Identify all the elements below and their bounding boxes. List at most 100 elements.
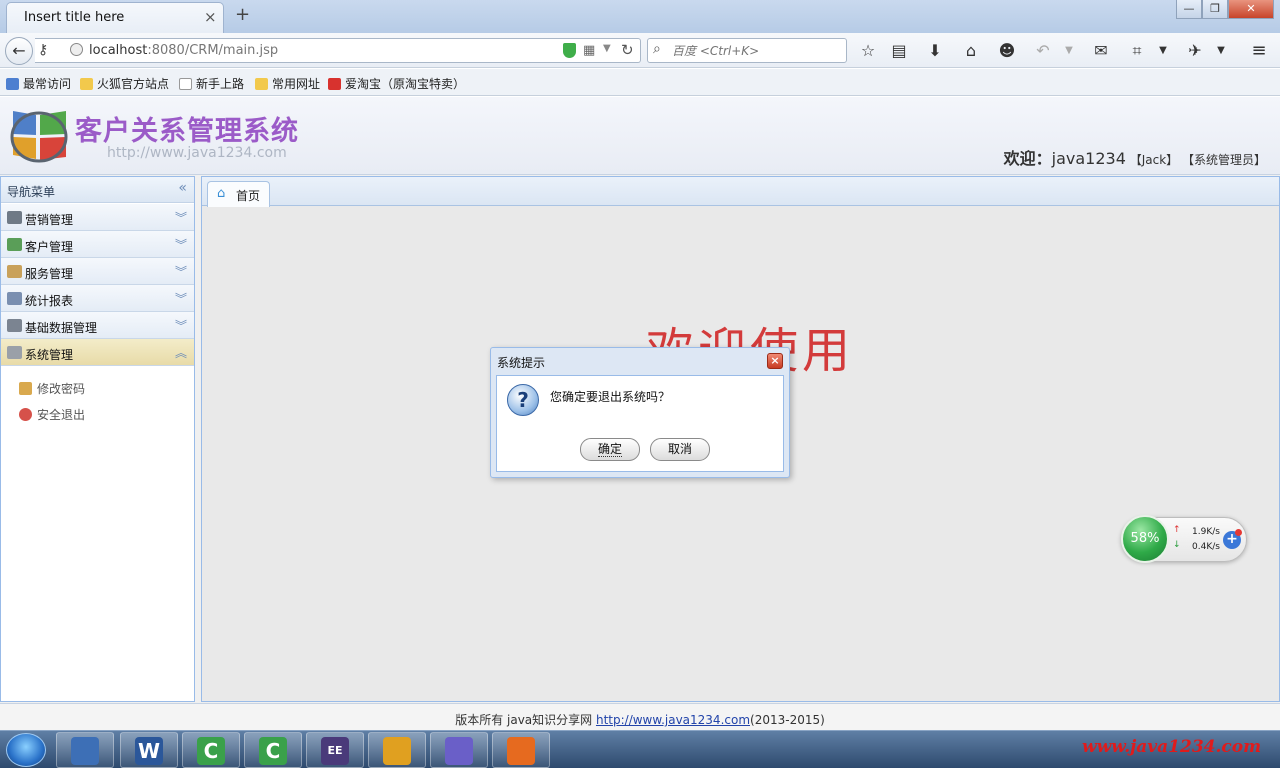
expand-icon[interactable]: ︾	[175, 290, 187, 307]
minimize-window-button[interactable]: —	[1176, 0, 1202, 19]
reading-list-icon[interactable]: ▤	[888, 40, 910, 62]
collapse-icon[interactable]: ︽	[175, 344, 187, 361]
url-text[interactable]: localhost:8080/CRM/main.jsp	[89, 43, 278, 58]
bookmark-label: 火狐官方站点	[97, 77, 170, 91]
comment-icon[interactable]: ✉	[1090, 40, 1112, 62]
browser-navigation-bar: ← ⚷ localhost:8080/CRM/main.jsp ▦ ▼ ↻ ⌕	[0, 33, 1280, 68]
dialog-message: 您确定要退出系统吗？	[550, 390, 671, 404]
nav-panel-label: 系统管理	[25, 348, 74, 362]
taskbar-app-firefox[interactable]	[492, 732, 550, 768]
footer-link[interactable]: http://www.java1234.com	[596, 713, 750, 727]
back-button[interactable]: ←	[5, 37, 33, 65]
collapse-left-icon[interactable]: «	[178, 180, 187, 196]
folder-icon	[255, 78, 268, 90]
bookmarks-bar: 最常访问 火狐官方站点 新手上路 常用网址 爱淘宝（原淘宝特卖）	[0, 69, 1280, 96]
home-icon: ⌂	[217, 186, 226, 201]
bookmark-most-visited[interactable]: 最常访问	[6, 75, 71, 92]
browser-tab[interactable]: Insert title here ×	[6, 2, 224, 33]
reload-icon[interactable]: ↻	[621, 41, 634, 59]
close-tab-icon[interactable]: ×	[204, 8, 217, 26]
crop-dropdown-icon[interactable]: ▼	[1152, 40, 1174, 62]
memory-usage-ball[interactable]: 58%	[1121, 515, 1169, 563]
nav-panel-marketing[interactable]: 营销管理 ︾	[1, 204, 194, 231]
chat-icon[interactable]: ☻	[996, 40, 1018, 62]
close-window-button[interactable]: ✕	[1228, 0, 1274, 19]
close-icon[interactable]: ×	[767, 353, 783, 369]
bookmark-firefox-official[interactable]: 火狐官方站点	[80, 75, 169, 92]
nav-panel-basic-data[interactable]: 基础数据管理 ︾	[1, 312, 194, 339]
search-bar[interactable]: ⌕	[647, 38, 847, 63]
taskbar-app-chrome[interactable]	[368, 732, 426, 768]
nav-menu-header: 导航菜单 «	[1, 177, 194, 203]
expand-icon[interactable]: ︾	[175, 209, 187, 226]
footer-years: (2013-2015)	[750, 713, 825, 727]
nav-panel-label: 营销管理	[25, 213, 74, 227]
nav-panel-system[interactable]: 系统管理 ︽	[1, 339, 194, 366]
nav-item-label: 修改密码	[37, 382, 86, 396]
app-header: 客户关系管理系统 http://www.java1234.com 欢迎：java…	[0, 97, 1280, 175]
bookmark-getting-started[interactable]: 新手上路	[179, 75, 244, 92]
nav-item-label: 安全退出	[37, 408, 86, 422]
bookmark-common-sites[interactable]: 常用网址	[255, 75, 320, 92]
footer-copyright: 版本所有 java知识分享网	[455, 713, 596, 727]
customers-icon	[7, 238, 22, 251]
cancel-button[interactable]: 取消	[650, 438, 710, 461]
expand-icon[interactable]: ︾	[175, 236, 187, 253]
extension-icon[interactable]: ✈	[1184, 40, 1206, 62]
winamp-icon	[71, 737, 99, 765]
undo-dropdown-icon[interactable]: ▼	[1058, 40, 1080, 62]
menu-icon[interactable]: ≡	[1248, 40, 1270, 62]
nav-item-change-password[interactable]: 修改密码	[19, 380, 85, 397]
shield-icon[interactable]	[563, 43, 576, 58]
dialog-title: 系统提示	[497, 356, 546, 370]
dialog-body: ? 您确定要退出系统吗？ 确定 取消	[496, 375, 784, 472]
key-icon[interactable]: ⚷	[38, 42, 48, 58]
welcome-message: 欢迎：java1234 【Jack】 【系统管理员】	[1004, 145, 1266, 169]
maximize-window-button[interactable]: ❐	[1202, 0, 1228, 19]
basic-data-icon	[7, 319, 22, 332]
logo-icon	[10, 111, 68, 163]
taskbar-app-snipping[interactable]	[430, 732, 488, 768]
folder-icon	[80, 78, 93, 90]
taskbar-app-camtasia-studio[interactable]: C	[244, 732, 302, 768]
download-icon[interactable]: ⬇	[924, 40, 946, 62]
nav-panel-service[interactable]: 服务管理 ︾	[1, 258, 194, 285]
notification-dot	[1235, 529, 1242, 536]
bookmark-label: 爱淘宝（原淘宝特卖）	[345, 77, 466, 91]
dropdown-arrow-icon[interactable]: ▼	[603, 43, 611, 54]
windows-taskbar: W C C EE www.java1234.com	[0, 730, 1280, 768]
qr-code-icon[interactable]: ▦	[583, 43, 595, 58]
undo-icon[interactable]: ↶	[1032, 40, 1054, 62]
footer: 版本所有 java知识分享网 http://www.java1234.com(2…	[0, 703, 1280, 730]
expand-icon[interactable]: ︾	[175, 317, 187, 334]
chrome-icon	[383, 737, 411, 765]
start-button[interactable]	[6, 733, 46, 767]
taskbar-app-javaee-ide[interactable]: EE	[306, 732, 364, 768]
ok-button[interactable]: 确定	[580, 438, 640, 461]
nav-panel-reports[interactable]: 统计报表 ︾	[1, 285, 194, 312]
tab-home[interactable]: ⌂ 首页	[207, 181, 270, 207]
taskbar-app-word[interactable]: W	[120, 732, 178, 768]
expand-icon[interactable]: ︾	[175, 263, 187, 280]
extension-dropdown-icon[interactable]: ▼	[1210, 40, 1232, 62]
download-speed: 0.4K/s	[1192, 542, 1220, 552]
bookmark-star-icon[interactable]: ☆	[857, 40, 879, 62]
tab-title: Insert title here	[24, 10, 125, 25]
nav-panel-customers[interactable]: 客户管理 ︾	[1, 231, 194, 258]
home-icon[interactable]: ⌂	[960, 40, 982, 62]
nav-item-logout[interactable]: 安全退出	[19, 406, 85, 423]
taskbar-app-winamp[interactable]	[56, 732, 114, 768]
word-icon: W	[135, 737, 163, 765]
network-monitor-widget[interactable]: 58% ↑ 1.9K/s ↓ 0.4K/s +	[1121, 515, 1247, 563]
crop-icon[interactable]: ⌗	[1126, 40, 1148, 62]
taskbar-app-camtasia[interactable]: C	[182, 732, 240, 768]
new-tab-button[interactable]: +	[235, 4, 250, 25]
cancel-button-label: 取消	[667, 442, 692, 456]
bookmark-taobao[interactable]: 爱淘宝（原淘宝特卖）	[328, 75, 465, 92]
nav-panel-label: 基础数据管理	[25, 321, 98, 335]
search-input[interactable]	[672, 42, 842, 59]
upload-speed: 1.9K/s	[1192, 527, 1220, 537]
page-icon	[179, 78, 192, 90]
nav-panel-label: 客户管理	[25, 240, 74, 254]
url-bar[interactable]: ⚷ localhost:8080/CRM/main.jsp ▦ ▼ ↻	[35, 38, 641, 63]
